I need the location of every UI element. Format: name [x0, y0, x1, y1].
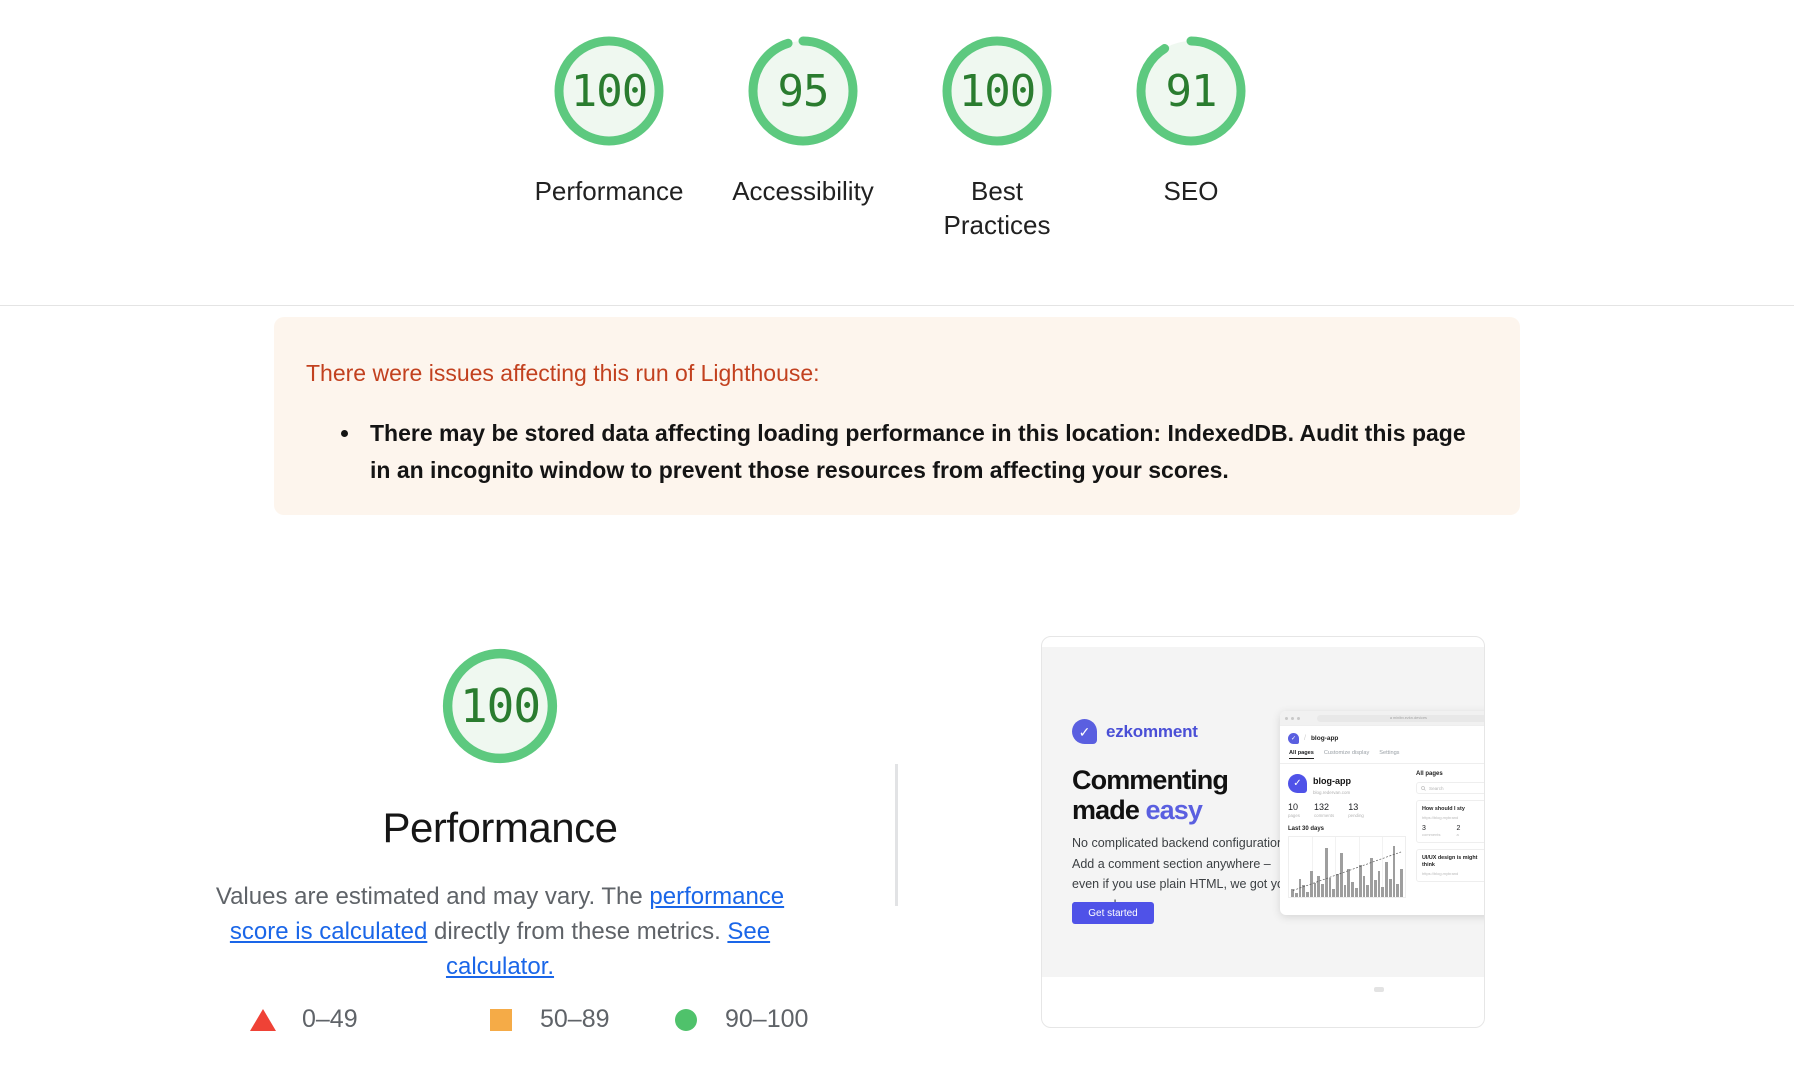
search-input[interactable]: Search: [1416, 782, 1484, 794]
gauge-seo[interactable]: 91 SEO: [1094, 0, 1288, 208]
search-placeholder: Search: [1429, 785, 1444, 791]
breadcrumb-separator: /: [1304, 735, 1306, 742]
tab-customize-display[interactable]: Customize display: [1324, 750, 1369, 759]
app-overview-column: ✓ blog-app blog.redervan.com 10 pages 13…: [1288, 771, 1408, 898]
stat-comments-value: 132: [1313, 802, 1329, 812]
get-started-button[interactable]: Get started: [1072, 902, 1154, 924]
gauge-ring-best-practices: 100: [934, 28, 1060, 154]
performance-gauge-score: 100: [459, 679, 541, 733]
screenshot-hero: ✓ ezkomment Commenting made easy No comp…: [1042, 647, 1484, 977]
tab-all-pages[interactable]: All pages: [1289, 750, 1314, 759]
page-card-stat-value: 3: [1422, 825, 1426, 833]
screenshot-footer-mark: [1374, 987, 1384, 992]
final-screenshot-card[interactable]: ✓ ezkomment Commenting made easy No comp…: [1041, 636, 1485, 1028]
app-url: blog.redervan.com: [1313, 790, 1351, 795]
app-body: ✓ blog-app blog.redervan.com 10 pages 13…: [1280, 764, 1484, 898]
app-stats: 10 pages 132 comments 13 pending: [1288, 802, 1408, 818]
legend-item-fail: 0–49: [250, 1005, 488, 1034]
run-warnings-title: There were issues affecting this run of …: [306, 360, 820, 386]
square-icon: [488, 1008, 514, 1031]
app-name: blog-app: [1313, 776, 1351, 786]
app-avatar-icon: ✓: [1288, 773, 1307, 793]
score-scale-legend: 0–49 50–89 90–100: [250, 1005, 810, 1034]
gauge-performance[interactable]: 100 Performance: [512, 0, 706, 208]
gauge-label-accessibility: Accessibility: [732, 176, 874, 206]
app-logo-icon: ✓: [1288, 733, 1299, 744]
page-card-2[interactable]: UI/UX design is might think https://blog…: [1416, 849, 1484, 883]
page-card-stat-label: comments: [1422, 832, 1441, 838]
page-card-title: How should I sty: [1422, 806, 1465, 812]
triangle-icon: [250, 1008, 276, 1031]
chart-trend-line: [1292, 851, 1402, 891]
page-card[interactable]: How should I sty https://blog.mybrand 3 …: [1416, 800, 1484, 844]
app-tabs: All pages Customize display Settings: [1280, 748, 1484, 764]
gauge-best-practices[interactable]: 100 Best Practices: [900, 0, 1094, 243]
ezkomment-logo-icon: ✓: [1072, 719, 1097, 744]
breadcrumb-project: blog-app: [1310, 735, 1339, 742]
page-card-2-title: UI/UX design is might think: [1422, 855, 1478, 869]
run-warnings-panel: There were issues affecting this run of …: [274, 317, 1520, 515]
gauge-label-performance: Performance: [534, 176, 684, 206]
stat-pending-label: pending: [1348, 813, 1364, 818]
run-warnings-list: There may be stored data affecting loadi…: [362, 415, 1476, 488]
page-card-url: https://blog.mybrand: [1422, 815, 1459, 821]
section-divider: [0, 305, 1794, 306]
gauge-score-performance: 100: [570, 65, 648, 117]
page-card-stat-value-2: 2: [1456, 825, 1461, 833]
performance-section: 100 Performance Values are estimated and…: [190, 640, 810, 984]
gauge-score-seo: 91: [1165, 65, 1218, 117]
chart-title: Last 30 days: [1288, 826, 1325, 832]
activity-bar-chart: [1288, 836, 1406, 898]
gauge-score-best-practices: 100: [958, 65, 1036, 117]
gauge-label-best-practices: Best Practices: [943, 176, 1051, 241]
page-card-2-url: https://blog.mybrand: [1422, 871, 1459, 877]
desc-text-1: Values are estimated and may vary. The: [215, 883, 650, 910]
page-card-stat-label-2: a: [1456, 832, 1459, 838]
headline-line-2: made: [1072, 795, 1146, 826]
app-identity: ✓ blog-app blog.redervan.com: [1288, 771, 1408, 795]
gauge-ring-accessibility: 95: [740, 28, 866, 154]
gauge-accessibility[interactable]: 95 Accessibility: [706, 0, 900, 208]
stat-pages-label: pages: [1288, 813, 1300, 818]
legend-label-pass: 90–100: [725, 1005, 809, 1033]
stat-comments-label: comments: [1313, 813, 1335, 818]
stat-pages-value: 10: [1288, 802, 1299, 812]
address-bar: a minibv.ezkn.devices: [1317, 714, 1484, 722]
page-card-stats: 3 comments 2 a: [1422, 825, 1484, 838]
stat-pending-value: 13: [1348, 802, 1359, 812]
run-warning-item: There may be stored data affecting loadi…: [362, 415, 1476, 488]
gauge-ring-seo: 91: [1128, 28, 1254, 154]
stat-pending: 13 pending: [1348, 802, 1364, 818]
site-brand: ✓ ezkomment: [1072, 719, 1198, 744]
stat-pages: 10 pages: [1288, 802, 1300, 818]
performance-description: Values are estimated and may vary. The p…: [210, 880, 790, 984]
lighthouse-report: 100 Performance 95 Accessibility 100 Bes…: [0, 0, 1794, 1080]
search-icon: [1421, 785, 1426, 791]
app-pages-column: All pages Search How should I sty https:…: [1416, 771, 1484, 898]
vertical-divider: [895, 764, 898, 906]
page-title: Performance: [382, 804, 618, 851]
site-brand-name: ezkomment: [1106, 721, 1198, 741]
pages-heading: All pages: [1416, 771, 1443, 777]
legend-item-average: 50–89: [488, 1005, 673, 1034]
gauge-ring-performance: 100: [546, 28, 672, 154]
score-gauges: 100 Performance 95 Accessibility 100 Bes…: [0, 0, 1794, 305]
desc-text-2: directly from these metrics.: [427, 917, 728, 945]
app-breadcrumb: ✓ / blog-app: [1280, 726, 1484, 748]
gauge-score-accessibility: 95: [777, 65, 830, 117]
stat-comments: 132 comments: [1314, 802, 1334, 818]
gauge-label-seo: SEO: [1163, 176, 1219, 206]
legend-label-average: 50–89: [540, 1005, 610, 1033]
headline-accent: easy: [1145, 795, 1203, 826]
legend-item-pass: 90–100: [673, 1005, 808, 1034]
performance-gauge-ring: 100: [434, 640, 566, 772]
browser-chrome-bar: a minibv.ezkn.devices: [1280, 711, 1484, 726]
circle-icon: [673, 1008, 699, 1031]
legend-label-fail: 0–49: [302, 1005, 358, 1033]
tab-settings[interactable]: Settings: [1379, 750, 1399, 759]
headline-line-1: Commenting: [1072, 765, 1229, 795]
app-preview-window: a minibv.ezkn.devices ✓ / blog-app All p…: [1280, 711, 1484, 915]
